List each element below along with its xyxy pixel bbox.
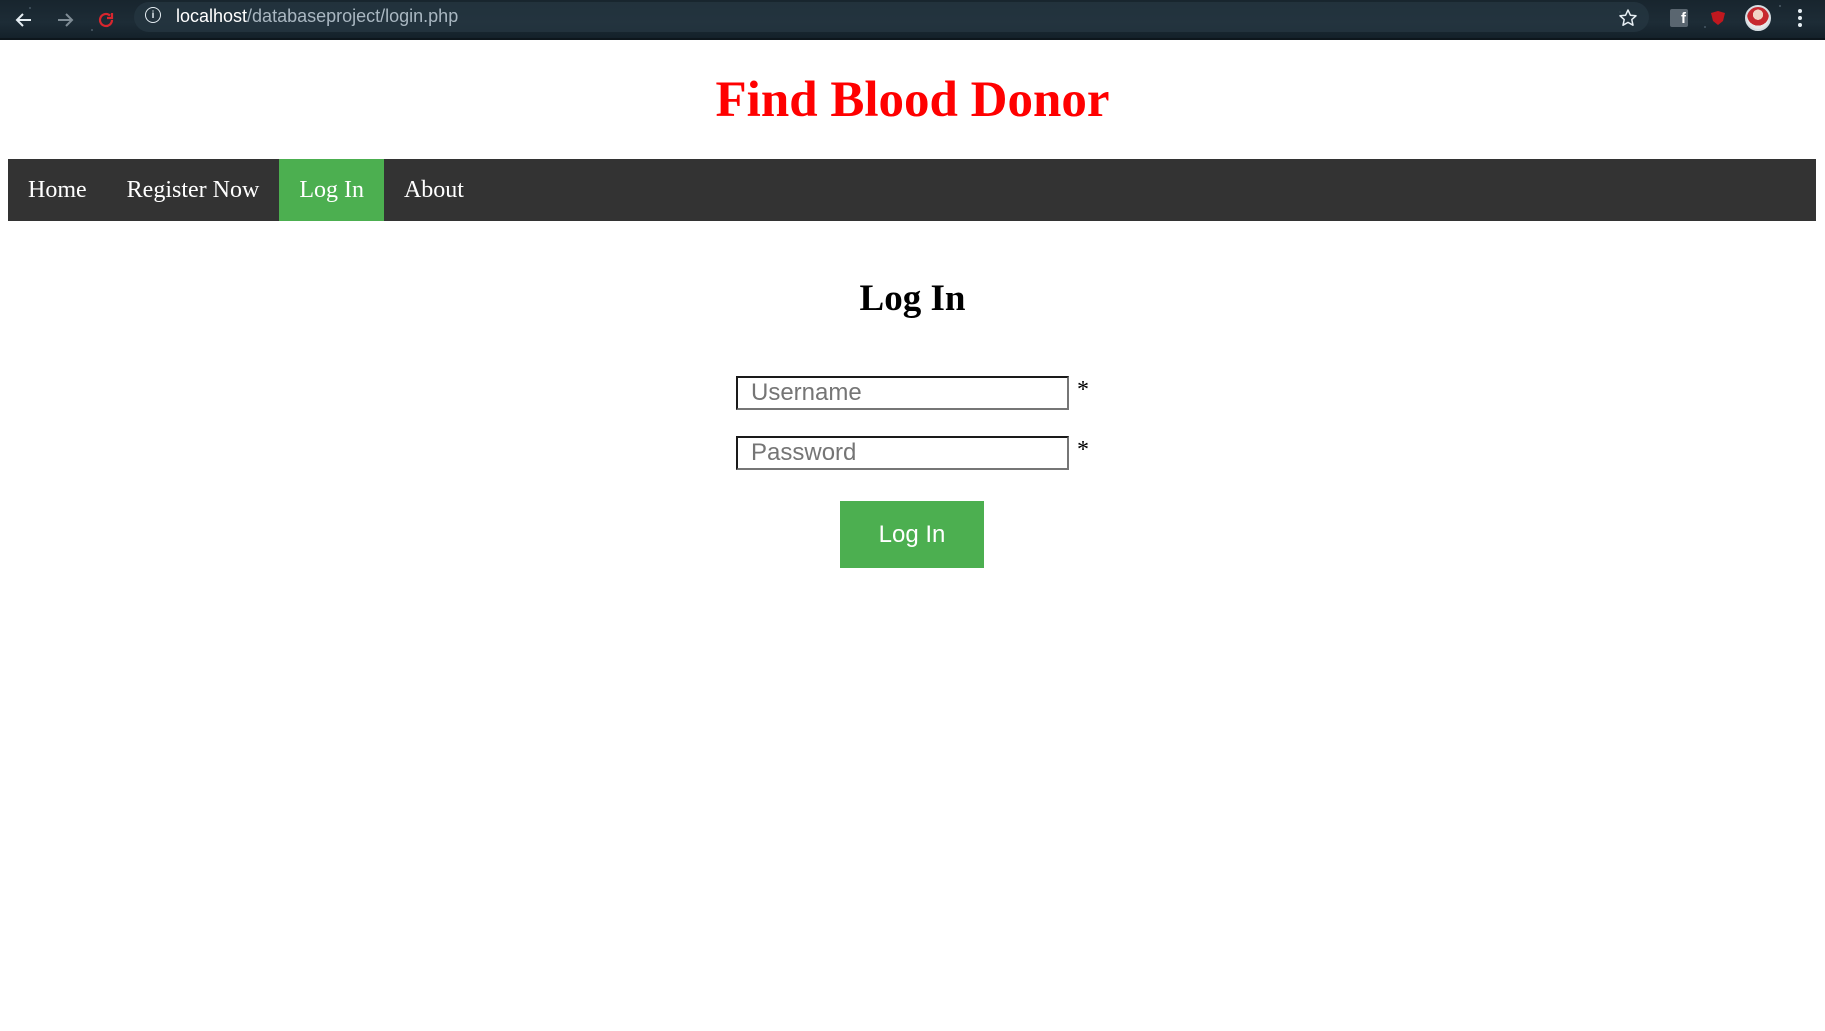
login-submit-button[interactable]: Log In	[840, 501, 984, 568]
nav-item-log-in[interactable]: Log In	[279, 159, 384, 221]
login-heading: Log In	[859, 278, 966, 319]
url-host: localhost	[176, 6, 248, 26]
url-text[interactable]: localhost/databaseproject/login.php	[176, 5, 458, 27]
avatar	[1745, 5, 1771, 31]
site-title: Find Blood Donor	[715, 72, 1110, 128]
profile-avatar-icon[interactable]	[1744, 4, 1772, 32]
star-icon[interactable]	[1616, 4, 1640, 32]
username-input[interactable]	[736, 376, 1069, 410]
info-icon[interactable]: i	[145, 7, 161, 23]
back-arrow-icon[interactable]	[10, 6, 38, 34]
menu-kebab-icon[interactable]	[1790, 4, 1810, 32]
browser-toolbar: i localhost/databaseproject/login.php f	[0, 0, 1825, 40]
facebook-extension-icon[interactable]: f	[1667, 4, 1691, 32]
required-marker: *	[1077, 437, 1089, 463]
password-row: *	[736, 436, 1089, 470]
nav-item-register-now[interactable]: Register Now	[107, 159, 280, 221]
facebook-glyph: f	[1670, 9, 1688, 27]
nav-item-home[interactable]: Home	[8, 159, 107, 221]
top-navigation: Home Register Now Log In About	[8, 159, 1816, 221]
url-path: /databaseproject/login.php	[247, 6, 459, 26]
username-row: *	[736, 376, 1089, 410]
required-marker: *	[1077, 377, 1089, 403]
password-input[interactable]	[736, 436, 1069, 470]
reload-icon[interactable]	[92, 6, 120, 34]
red-extension-icon[interactable]	[1706, 4, 1730, 32]
nav-item-about[interactable]: About	[384, 159, 484, 221]
forward-arrow-icon[interactable]	[51, 6, 79, 34]
